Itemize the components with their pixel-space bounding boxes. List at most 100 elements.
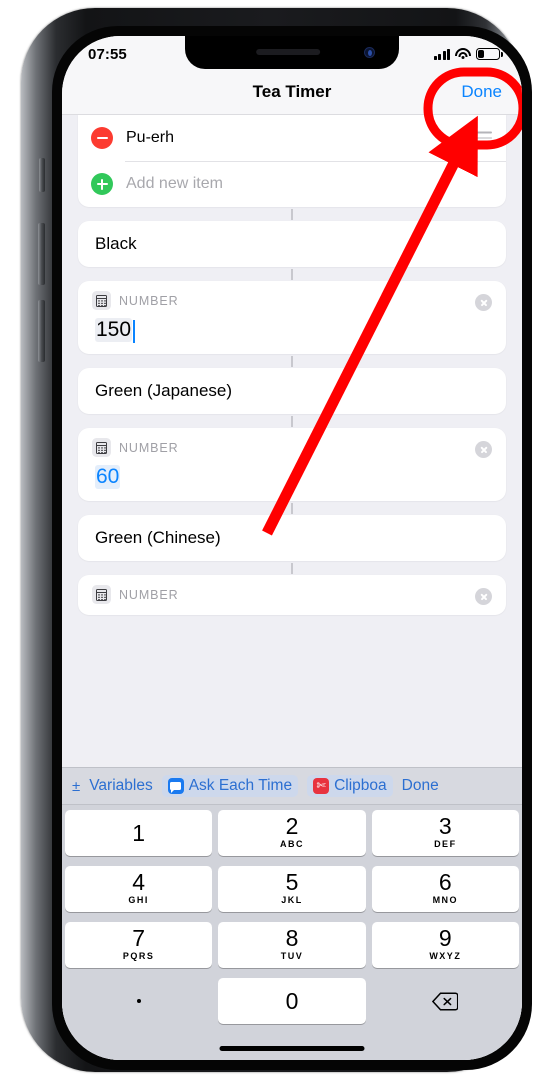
- clear-circle-icon[interactable]: [475, 588, 492, 605]
- list-item[interactable]: Pu-erh: [78, 115, 506, 161]
- number-field-label: NUMBER: [119, 293, 179, 308]
- card-connector: [62, 354, 522, 368]
- add-new-item-label: Add new item: [126, 175, 223, 192]
- cellular-bars-icon: [433, 48, 450, 60]
- number-card-header: NUMBER: [92, 291, 492, 310]
- key-digit: 6: [438, 869, 452, 895]
- ask-each-time-label: Ask Each Time: [188, 777, 293, 794]
- key-2[interactable]: 2 ABC: [218, 810, 366, 856]
- key-letters: ABC: [279, 839, 304, 849]
- clipboard-label: Clipboa: [334, 777, 387, 794]
- key-digit: 9: [438, 925, 452, 951]
- key-letters: PQRS: [122, 951, 155, 961]
- calculator-icon: [92, 585, 111, 604]
- key-6[interactable]: 6 MNO: [371, 866, 519, 912]
- number-field-label: NUMBER: [119, 587, 179, 602]
- keypad-row: 1 2 ABC 3 DEF: [65, 810, 519, 856]
- key-period[interactable]: [65, 978, 212, 1024]
- status-bar-indicators: [433, 45, 503, 60]
- keyboard-accessory-toolbar[interactable]: ± Variables Ask Each Time ✄ Clipboa Done: [62, 767, 522, 805]
- key-3[interactable]: 3 DEF: [371, 810, 519, 856]
- text-card-label: Black: [95, 234, 137, 253]
- home-indicator[interactable]: [219, 1046, 365, 1051]
- done-button[interactable]: Done: [461, 82, 502, 102]
- key-digit: 8: [285, 925, 299, 951]
- number-card-header: NUMBER: [92, 585, 492, 604]
- numeric-keyboard[interactable]: ± Variables Ask Each Time ✄ Clipboa Done: [62, 767, 522, 1060]
- wifi-icon: [455, 48, 471, 60]
- card-connector: [62, 267, 522, 281]
- key-9[interactable]: 9 WXYZ: [371, 922, 519, 968]
- volume-down-button[interactable]: [38, 300, 45, 362]
- card-connector: [62, 207, 522, 221]
- key-4[interactable]: 4 GHI: [65, 866, 213, 912]
- notch: [185, 36, 399, 69]
- key-digit: 1: [132, 819, 146, 846]
- backspace-delete-key[interactable]: [372, 978, 519, 1024]
- number-card-60[interactable]: NUMBER 60: [78, 428, 506, 501]
- key-letters: MNO: [432, 895, 459, 905]
- navigation-bar: Tea Timer Done: [62, 69, 522, 115]
- card-connector: [62, 501, 522, 515]
- reorder-handle-icon[interactable]: [472, 131, 492, 145]
- key-digit: 7: [132, 925, 146, 951]
- phone-frame: 07:55 Tea Timer Done Pu-erh Add new item…: [21, 8, 532, 1072]
- scissors-icon: ✄: [313, 778, 330, 794]
- key-5[interactable]: 5 JKL: [218, 866, 366, 912]
- list-item-label: Pu-erh: [126, 129, 175, 146]
- key-8[interactable]: 8 TUV: [218, 922, 366, 968]
- key-0[interactable]: 0: [218, 978, 366, 1024]
- plus-minus-button[interactable]: ±: [70, 778, 80, 795]
- minus-circle-icon[interactable]: [91, 127, 113, 149]
- keyboard-done-button[interactable]: Done: [402, 777, 439, 795]
- mute-switch-button[interactable]: [39, 158, 45, 192]
- keypad-row: 4 GHI 5 JKL 6 MNO: [65, 866, 519, 912]
- add-new-item-row[interactable]: Add new item: [78, 161, 506, 207]
- variables-label: Variables: [89, 777, 153, 794]
- clear-circle-icon[interactable]: [475, 441, 492, 458]
- calculator-icon: [92, 438, 111, 457]
- text-card-label: Green (Chinese): [95, 528, 221, 547]
- number-field-label: NUMBER: [119, 440, 179, 455]
- key-digit: 0: [285, 987, 299, 1014]
- backspace-delete-icon: [432, 991, 459, 1011]
- key-letters: GHI: [128, 895, 149, 905]
- number-card-header: NUMBER: [92, 438, 492, 457]
- keypad-row: 0: [65, 978, 519, 1024]
- text-card-label: Green (Japanese): [95, 381, 233, 400]
- variables-button[interactable]: Variables: [89, 777, 152, 795]
- key-1[interactable]: 1: [65, 810, 213, 856]
- card-connector: [62, 414, 522, 428]
- key-digit: 4: [132, 869, 146, 895]
- key-letters: DEF: [434, 839, 457, 849]
- earpiece-speaker-icon: [256, 49, 321, 55]
- key-digit: 2: [285, 813, 299, 839]
- plus-circle-icon[interactable]: [91, 173, 113, 195]
- volume-up-button[interactable]: [38, 223, 45, 285]
- number-field-value[interactable]: 60: [95, 465, 121, 489]
- card-connector: [62, 561, 522, 575]
- text-card-green-chinese[interactable]: Green (Chinese): [78, 515, 506, 561]
- number-card-partial[interactable]: NUMBER: [78, 575, 506, 615]
- key-digit: 5: [285, 869, 299, 895]
- battery-icon: [476, 48, 503, 60]
- ask-each-time-button[interactable]: Ask Each Time: [161, 775, 299, 797]
- keypad-row: 7 PQRS 8 TUV 9 WXYZ: [65, 922, 519, 968]
- key-7[interactable]: 7 PQRS: [65, 922, 213, 968]
- status-bar-clock: 07:55: [88, 45, 127, 63]
- text-card-green-japanese[interactable]: Green (Japanese): [78, 368, 506, 414]
- calculator-icon: [92, 291, 111, 310]
- text-card-black[interactable]: Black: [78, 221, 506, 267]
- page-title: Tea Timer: [252, 81, 332, 101]
- number-card-150[interactable]: NUMBER 150: [78, 281, 506, 354]
- list-card: Pu-erh Add new item: [78, 115, 506, 207]
- keypad[interactable]: 1 2 ABC 3 DEF 4 GHI 5 JKL 6 MNO 7 PQRS 8…: [62, 805, 522, 1024]
- key-letters: WXYZ: [429, 951, 462, 961]
- phone-screen: 07:55 Tea Timer Done Pu-erh Add new item…: [62, 36, 522, 1060]
- clear-circle-icon[interactable]: [475, 294, 492, 311]
- clipboard-button[interactable]: ✄ Clipboa: [307, 775, 393, 797]
- key-letters: JKL: [281, 895, 303, 905]
- speech-bubble-icon: [167, 778, 184, 794]
- number-field-value[interactable]: 150: [95, 318, 136, 343]
- key-digit: 3: [438, 813, 452, 839]
